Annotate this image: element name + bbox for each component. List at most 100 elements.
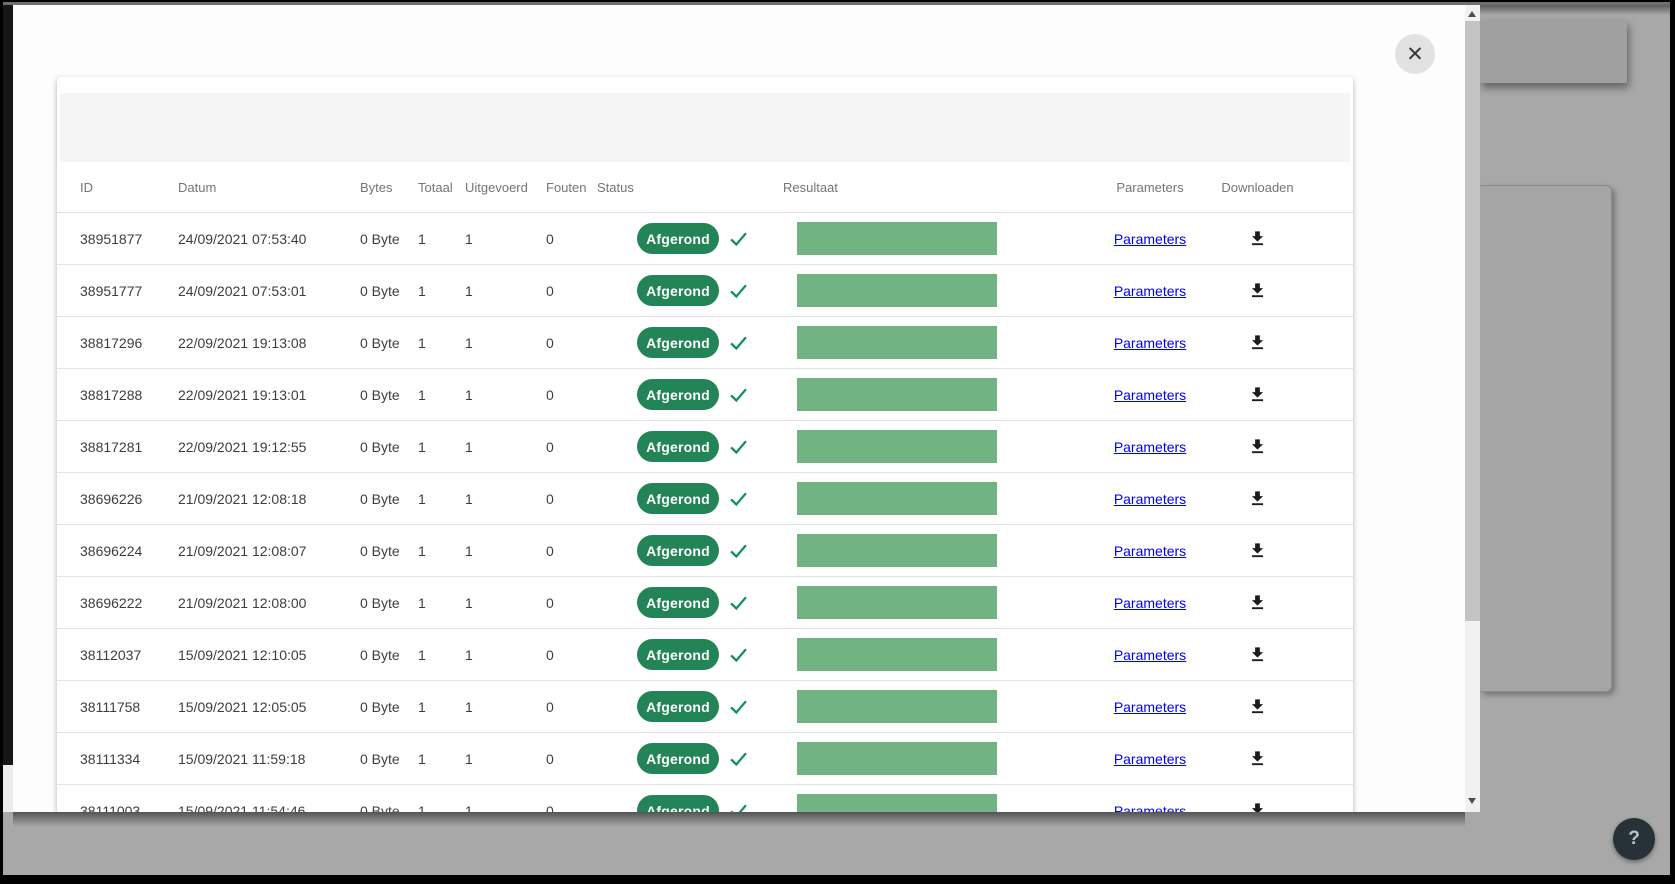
status-badge: Afgerond: [637, 223, 719, 254]
download-icon[interactable]: [1248, 333, 1267, 352]
progress-bar: [797, 534, 997, 567]
cell-downloaden: [1205, 333, 1310, 352]
header-fouten: Fouten: [546, 180, 597, 195]
check-icon: [728, 696, 749, 717]
cell-downloaden: [1205, 801, 1310, 812]
cell-downloaden: [1205, 541, 1310, 560]
cell-downloaden: [1205, 229, 1310, 248]
cell-fouten: 0: [546, 387, 597, 403]
header-parameters: Parameters: [1095, 180, 1205, 195]
cell-id: 38111758: [80, 699, 178, 715]
cell-status: Afgerond: [597, 639, 783, 670]
parameters-link[interactable]: Parameters: [1114, 595, 1186, 611]
cell-id: 38696222: [80, 595, 178, 611]
frame-border-top-gray: [0, 2, 1675, 5]
cell-id: 38112037: [80, 647, 178, 663]
progress-bar: [797, 482, 997, 515]
table-row: 38112037 15/09/2021 12:10:05 0 Byte 1 1 …: [57, 629, 1353, 681]
cell-datum: 21/09/2021 12:08:18: [178, 491, 360, 507]
check-icon: [728, 592, 749, 613]
progress-bar: [797, 690, 997, 723]
cell-datum: 15/09/2021 12:10:05: [178, 647, 360, 663]
scrollbar-down-arrow-icon[interactable]: [1468, 798, 1476, 804]
status-badge: Afgerond: [637, 431, 719, 462]
download-icon[interactable]: [1248, 281, 1267, 300]
cell-fouten: 0: [546, 335, 597, 351]
cell-resultaat: [783, 534, 1095, 567]
download-icon[interactable]: [1248, 489, 1267, 508]
cell-datum: 22/09/2021 19:12:55: [178, 439, 360, 455]
cell-downloaden: [1205, 697, 1310, 716]
parameters-link[interactable]: Parameters: [1114, 699, 1186, 715]
download-icon[interactable]: [1248, 541, 1267, 560]
download-icon[interactable]: [1248, 229, 1267, 248]
parameters-link[interactable]: Parameters: [1114, 647, 1186, 663]
table-row: 38111758 15/09/2021 12:05:05 0 Byte 1 1 …: [57, 681, 1353, 733]
cell-resultaat: [783, 638, 1095, 671]
header-datum: Datum: [178, 180, 360, 195]
close-button[interactable]: ✕: [1395, 34, 1435, 74]
parameters-link[interactable]: Parameters: [1114, 543, 1186, 559]
check-icon: [728, 384, 749, 405]
progress-bar: [797, 378, 997, 411]
parameters-link[interactable]: Parameters: [1114, 751, 1186, 767]
progress-bar: [797, 742, 997, 775]
cell-datum: 15/09/2021 11:59:18: [178, 751, 360, 767]
frame-border-bottom: [0, 875, 1675, 884]
download-icon[interactable]: [1248, 749, 1267, 768]
parameters-link[interactable]: Parameters: [1114, 335, 1186, 351]
download-icon[interactable]: [1248, 385, 1267, 404]
parameters-link[interactable]: Parameters: [1114, 387, 1186, 403]
cell-bytes: 0 Byte: [360, 595, 418, 611]
cell-parameters: Parameters: [1095, 335, 1205, 351]
cell-datum: 24/09/2021 07:53:01: [178, 283, 360, 299]
download-icon[interactable]: [1248, 697, 1267, 716]
parameters-link[interactable]: Parameters: [1114, 439, 1186, 455]
cell-bytes: 0 Byte: [360, 283, 418, 299]
table-body: 38951877 24/09/2021 07:53:40 0 Byte 1 1 …: [57, 213, 1353, 812]
cell-resultaat: [783, 586, 1095, 619]
parameters-link[interactable]: Parameters: [1114, 231, 1186, 247]
cell-resultaat: [783, 430, 1095, 463]
cell-fouten: 0: [546, 647, 597, 663]
cell-id: 38817296: [80, 335, 178, 351]
frame-border-right: [1670, 0, 1675, 884]
parameters-link[interactable]: Parameters: [1114, 283, 1186, 299]
cell-resultaat: [783, 690, 1095, 723]
check-icon: [728, 748, 749, 769]
cell-totaal: 1: [418, 543, 465, 559]
download-icon[interactable]: [1248, 437, 1267, 456]
cell-id: 38111003: [80, 803, 178, 813]
parameters-link[interactable]: Parameters: [1114, 491, 1186, 507]
cell-bytes: 0 Byte: [360, 335, 418, 351]
cell-resultaat: [783, 742, 1095, 775]
cell-downloaden: [1205, 489, 1310, 508]
help-button[interactable]: ?: [1613, 818, 1655, 860]
download-icon[interactable]: [1248, 645, 1267, 664]
cell-parameters: Parameters: [1095, 595, 1205, 611]
scrollbar-up-arrow-icon[interactable]: [1468, 11, 1476, 17]
status-badge: Afgerond: [637, 275, 719, 306]
parameters-link[interactable]: Parameters: [1114, 803, 1186, 813]
cell-parameters: Parameters: [1095, 491, 1205, 507]
card-toolbar: [60, 93, 1350, 162]
cell-uitgevoerd: 1: [465, 647, 546, 663]
table-row: 38817288 22/09/2021 19:13:01 0 Byte 1 1 …: [57, 369, 1353, 421]
cell-datum: 21/09/2021 12:08:07: [178, 543, 360, 559]
cell-parameters: Parameters: [1095, 387, 1205, 403]
download-icon[interactable]: [1248, 801, 1267, 812]
table-row: 38817296 22/09/2021 19:13:08 0 Byte 1 1 …: [57, 317, 1353, 369]
cell-fouten: 0: [546, 491, 597, 507]
dialog-left-shadow-bottom: [3, 765, 13, 812]
cell-id: 38951777: [80, 283, 178, 299]
scrollbar-thumb[interactable]: [1465, 21, 1480, 621]
cell-resultaat: [783, 274, 1095, 307]
download-icon[interactable]: [1248, 593, 1267, 612]
cell-status: Afgerond: [597, 431, 783, 462]
cell-bytes: 0 Byte: [360, 543, 418, 559]
progress-bar: [797, 274, 997, 307]
cell-fouten: 0: [546, 231, 597, 247]
cell-totaal: 1: [418, 699, 465, 715]
cell-bytes: 0 Byte: [360, 387, 418, 403]
cell-totaal: 1: [418, 231, 465, 247]
